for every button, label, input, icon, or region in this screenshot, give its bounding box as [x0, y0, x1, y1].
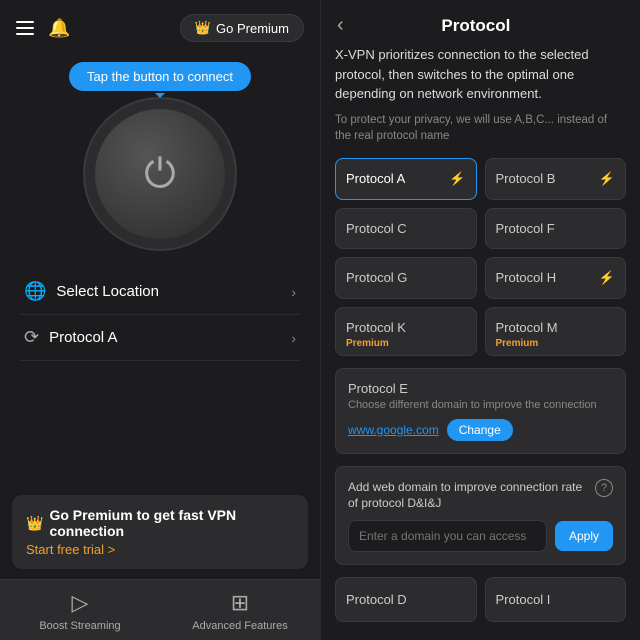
protocol-m-label: Protocol M	[496, 320, 558, 335]
boost-streaming-label: Boost Streaming	[39, 620, 120, 632]
select-location-row[interactable]: 🌐 Select Location ›	[20, 269, 300, 315]
protocol-f-button[interactable]: Protocol F	[485, 208, 627, 249]
tab-advanced-features[interactable]: ⊞ Advanced Features	[160, 590, 320, 632]
power-icon: ⏻	[144, 152, 176, 197]
boost-streaming-icon: ▷	[72, 590, 89, 616]
protocol-e-card: Protocol E Choose different domain to im…	[335, 368, 626, 454]
right-panel: ‹ Protocol X-VPN prioritizes connection …	[320, 0, 640, 640]
domain-input-header: Add web domain to improve connection rat…	[348, 479, 613, 513]
premium-banner-title: 👑 Go Premium to get fast VPN connection	[26, 507, 294, 539]
protocol-m-button[interactable]: Protocol M Premium	[485, 307, 627, 356]
lightning-b-icon: ⚡	[599, 171, 615, 187]
lightning-a-icon: ⚡	[449, 171, 465, 187]
crown-icon: 👑	[195, 20, 211, 36]
protocol-k-premium-tag: Premium	[346, 338, 389, 349]
protocol-e-domain-link[interactable]: www.google.com	[348, 423, 439, 437]
lightning-h-icon: ⚡	[599, 270, 615, 286]
protocol-b-button[interactable]: Protocol B ⚡	[485, 158, 627, 200]
protocol-m-premium-tag: Premium	[496, 338, 539, 349]
premium-banner: 👑 Go Premium to get fast VPN connection …	[12, 495, 308, 569]
protocol-c-label: Protocol C	[346, 221, 407, 236]
protocol-f-label: Protocol F	[496, 221, 555, 236]
protocol-e-desc: Choose different domain to improve the c…	[348, 399, 613, 411]
protocol-k-button[interactable]: Protocol K Premium	[335, 307, 477, 356]
advanced-features-icon: ⊞	[231, 590, 249, 616]
protocol-row[interactable]: ⟳ Protocol A ›	[20, 315, 300, 361]
help-icon[interactable]: ?	[595, 479, 613, 497]
protocol-icon: ⟳	[24, 327, 39, 348]
protocol-e-title: Protocol E	[348, 381, 613, 396]
protocol-k-label: Protocol K	[346, 320, 406, 335]
back-button[interactable]: ‹	[337, 14, 344, 37]
protocol-e-row: www.google.com Change	[348, 419, 613, 441]
start-free-trial-link[interactable]: Start free trial >	[26, 542, 294, 557]
notification-bell-icon[interactable]: 🔔	[48, 18, 70, 39]
bottom-tabs: ▷ Boost Streaming ⊞ Advanced Features	[0, 579, 320, 640]
protocol-a-label: Protocol A	[346, 171, 405, 186]
bottom-protocol-grid: Protocol D Protocol I	[335, 577, 626, 622]
protocol-c-button[interactable]: Protocol C	[335, 208, 477, 249]
connect-tooltip: Tap the button to connect	[69, 62, 251, 91]
protocol-grid: Protocol A ⚡ Protocol B ⚡ Protocol C Pro…	[335, 158, 626, 356]
select-location-label: Select Location	[56, 283, 159, 300]
protocol-h-button[interactable]: Protocol H ⚡	[485, 257, 627, 299]
power-button[interactable]: ⏻	[95, 109, 225, 239]
domain-input-row: Apply	[348, 520, 613, 552]
protocol-i-button[interactable]: Protocol I	[485, 577, 627, 622]
protocol-description-main: X-VPN prioritizes connection to the sele…	[335, 45, 626, 104]
protocol-d-label: Protocol D	[346, 592, 407, 607]
go-premium-label: Go Premium	[216, 21, 289, 36]
protocol-a-button[interactable]: Protocol A ⚡	[335, 158, 477, 200]
protocol-description-sub: To protect your privacy, we will use A,B…	[335, 112, 626, 144]
change-domain-button[interactable]: Change	[447, 419, 513, 441]
protocol-g-label: Protocol G	[346, 270, 407, 285]
left-panel: 🔔 👑 Go Premium Tap the button to connect…	[0, 0, 320, 640]
protocol-page-title: Protocol	[354, 16, 598, 36]
protocol-i-label: Protocol I	[496, 592, 551, 607]
right-header: ‹ Protocol	[321, 0, 640, 45]
protocol-d-button[interactable]: Protocol D	[335, 577, 477, 622]
chevron-right-icon-2: ›	[291, 330, 296, 346]
protocol-label: Protocol A	[49, 329, 117, 346]
domain-input-field[interactable]	[348, 520, 547, 552]
go-premium-button[interactable]: 👑 Go Premium	[180, 14, 304, 42]
apply-button[interactable]: Apply	[555, 521, 613, 551]
right-body: X-VPN prioritizes connection to the sele…	[321, 45, 640, 636]
protocol-g-button[interactable]: Protocol G	[335, 257, 477, 299]
connect-area: Tap the button to connect ⏻ 🌐 Select Loc…	[0, 52, 320, 485]
left-header: 🔔 👑 Go Premium	[0, 0, 320, 52]
domain-input-card: Add web domain to improve connection rat…	[335, 466, 626, 566]
protocol-h-label: Protocol H	[496, 270, 557, 285]
advanced-features-label: Advanced Features	[192, 620, 287, 632]
crown-banner-icon: 👑	[26, 515, 43, 532]
menu-button[interactable]	[16, 21, 34, 35]
domain-input-label: Add web domain to improve connection rat…	[348, 479, 589, 513]
tab-boost-streaming[interactable]: ▷ Boost Streaming	[0, 590, 160, 632]
chevron-right-icon: ›	[291, 284, 296, 300]
globe-icon: 🌐	[24, 281, 46, 302]
protocol-b-label: Protocol B	[496, 171, 556, 186]
header-left: 🔔	[16, 18, 70, 39]
